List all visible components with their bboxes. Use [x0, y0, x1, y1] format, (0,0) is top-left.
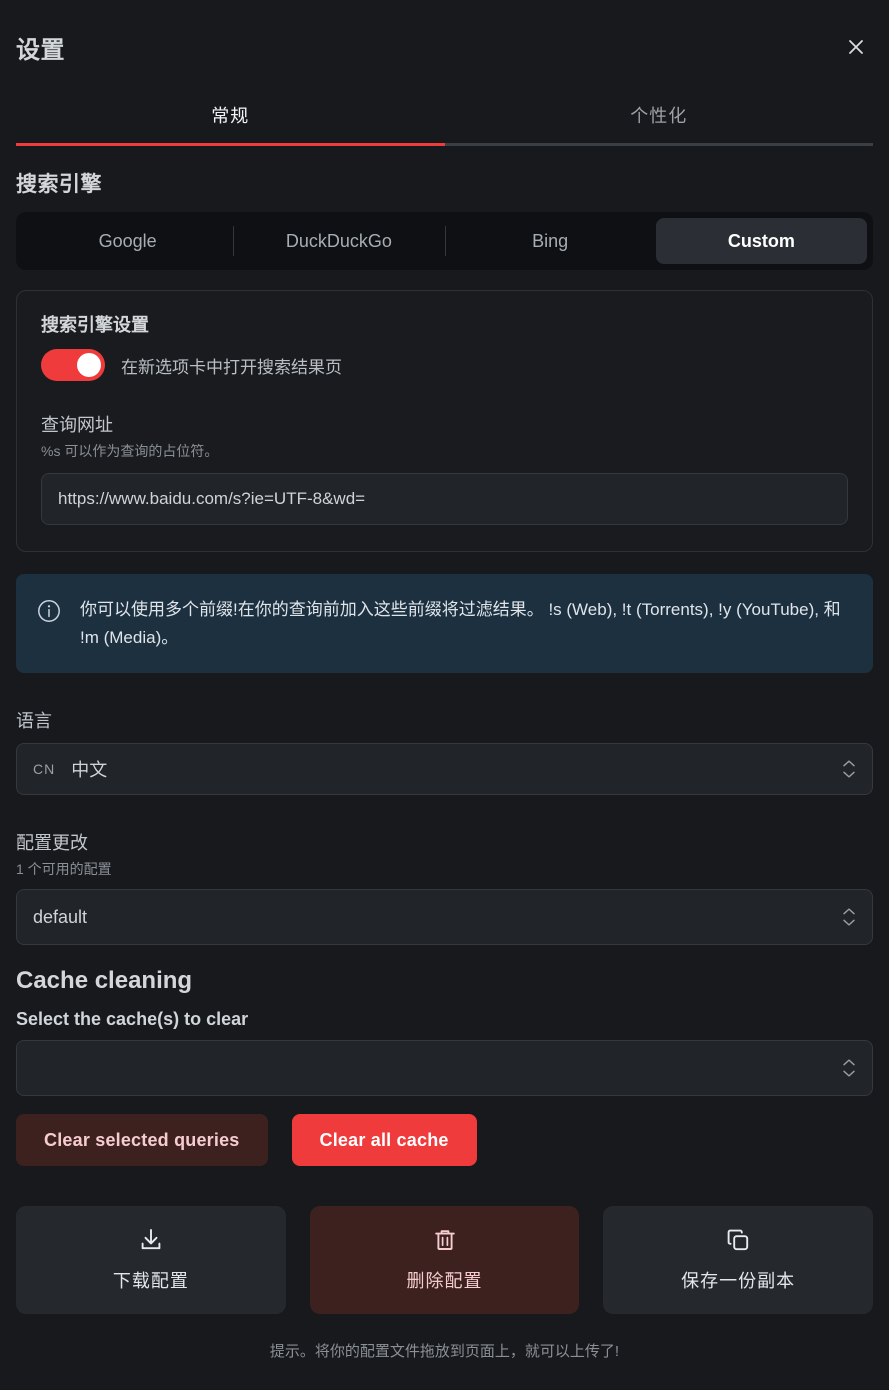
settings-body: 搜索引擎 Google DuckDuckGo Bing Custom 搜索引擎设…: [0, 168, 889, 1361]
prefix-info-text: 你可以使用多个前缀!在你的查询前加入这些前缀将过滤结果。 !s (Web), !…: [80, 600, 841, 647]
config-selected-value: default: [33, 906, 88, 927]
copy-icon: [725, 1227, 751, 1253]
trash-icon: [432, 1227, 458, 1253]
tab-general[interactable]: 常规: [16, 94, 445, 146]
query-url-hint: %s 可以作为查询的占位符。: [41, 443, 219, 459]
close-icon[interactable]: [839, 30, 873, 64]
clear-selected-queries-button[interactable]: Clear selected queries: [16, 1114, 268, 1167]
language-select[interactable]: CN 中文: [16, 743, 873, 796]
download-config-label: 下载配置: [112, 1271, 189, 1292]
download-icon: [138, 1227, 164, 1253]
section-title-cache-cleaning: Cache cleaning: [16, 967, 193, 995]
engine-option-custom[interactable]: Custom: [655, 218, 867, 264]
section-title-search-engine: 搜索引擎: [16, 173, 102, 196]
open-in-new-tab-row: 在新选项卡中打开搜索结果页: [41, 349, 848, 381]
open-in-new-tab-toggle[interactable]: [41, 349, 105, 381]
config-label: 配置更改: [16, 833, 88, 854]
delete-config-button[interactable]: 删除配置: [309, 1206, 580, 1315]
drag-drop-footnote: 提示。将你的配置文件拖放到页面上，就可以上传了!: [269, 1343, 620, 1361]
search-engine-segmented-control: Google DuckDuckGo Bing Custom: [16, 212, 873, 270]
info-circle-icon: [36, 598, 62, 629]
engine-option-google[interactable]: Google: [22, 218, 233, 264]
tab-active-underline: [16, 143, 445, 146]
toggle-knob: [77, 353, 101, 377]
cache-button-row: Clear selected queries Clear all cache: [16, 1114, 873, 1167]
tab-personalization[interactable]: 个性化: [445, 94, 874, 146]
chevron-updown-icon: [842, 760, 856, 779]
language-label: 语言: [16, 711, 52, 732]
engine-option-bing[interactable]: Bing: [444, 218, 656, 264]
save-copy-label: 保存一份副本: [681, 1271, 796, 1292]
settings-dialog: 设置 常规 个性化 搜索引擎 Google DuckDuckGo Bing Cu…: [0, 0, 889, 1390]
card-title: 搜索引擎设置: [41, 315, 149, 335]
clear-all-cache-button[interactable]: Clear all cache: [291, 1114, 477, 1167]
cache-select[interactable]: [16, 1040, 873, 1097]
prefix-info-banner: 你可以使用多个前缀!在你的查询前加入这些前缀将过滤结果。 !s (Web), !…: [16, 574, 873, 674]
cache-select-label: Select the cache(s) to clear: [16, 1009, 249, 1030]
tab-bar: 常规 个性化: [0, 94, 889, 146]
language-code-badge: CN: [33, 761, 56, 778]
config-sub-label: 1 个可用的配置: [16, 861, 112, 878]
chevron-updown-icon: [842, 908, 856, 927]
config-select[interactable]: default: [16, 889, 873, 946]
tab-underline-track: [16, 143, 873, 146]
query-url-input[interactable]: [41, 473, 848, 525]
dialog-header: 设置: [0, 0, 889, 94]
query-url-label: 查询网址: [41, 415, 113, 435]
page-title: 设置: [16, 36, 65, 64]
save-copy-button[interactable]: 保存一份副本: [603, 1206, 874, 1315]
language-selected-value: 中文: [71, 760, 108, 781]
open-in-new-tab-label: 在新选项卡中打开搜索结果页: [121, 357, 342, 377]
engine-option-duckduckgo[interactable]: DuckDuckGo: [233, 218, 444, 264]
download-config-button[interactable]: 下载配置: [16, 1206, 286, 1315]
delete-config-label: 删除配置: [406, 1271, 483, 1292]
config-action-row: 下载配置 删除配置 保存一份副本: [16, 1206, 874, 1315]
search-engine-settings-card: 搜索引擎设置 在新选项卡中打开搜索结果页 查询网址 %s 可以作为查询的占位符。: [16, 290, 873, 552]
chevron-updown-icon: [842, 1059, 856, 1078]
